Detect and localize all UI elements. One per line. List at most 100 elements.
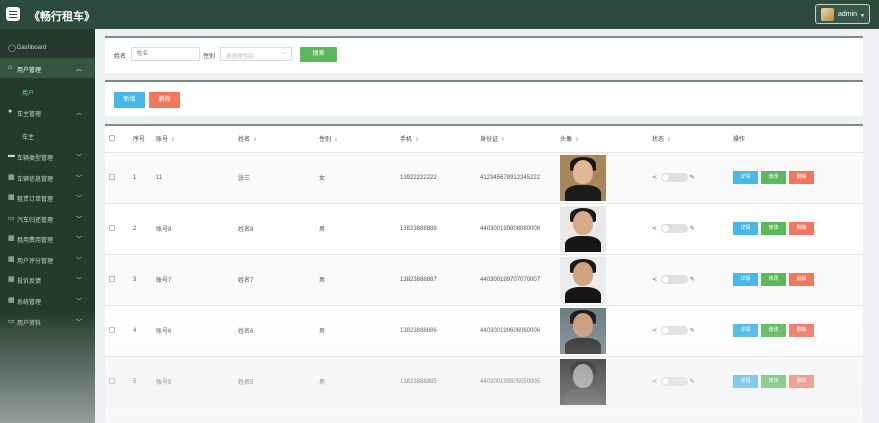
- sidebar-item-label: 系统管理: [17, 300, 42, 306]
- cell-no: 2: [133, 202, 156, 254]
- edit-button[interactable]: 修改: [761, 171, 786, 184]
- edit-icon[interactable]: ✎: [690, 277, 695, 283]
- edit-button[interactable]: 修改: [761, 222, 786, 235]
- sidebar-item-label: Dashboard: [17, 45, 47, 51]
- sort-icon[interactable]: ⇕: [501, 137, 505, 143]
- header-phone[interactable]: 手机 ⇕: [400, 126, 480, 152]
- status-toggle[interactable]: [661, 224, 689, 233]
- share-icon[interactable]: ≺: [652, 379, 657, 385]
- sort-icon[interactable]: ⇕: [667, 137, 671, 143]
- chevron-up-icon: ︿: [75, 67, 82, 73]
- cell-id-card: 440300199606060006: [480, 304, 560, 356]
- status-toggle[interactable]: [661, 173, 689, 182]
- row-checkbox[interactable]: [109, 326, 115, 333]
- top-bar: 《畅行租车》 admin ▼: [0, 0, 879, 29]
- chevron-down-icon: ﹀: [75, 299, 82, 305]
- gender-select[interactable]: 请选择性别 ﹀: [220, 47, 292, 61]
- edit-button[interactable]: 修改: [761, 324, 786, 337]
- cell-account: 账号6: [156, 304, 238, 356]
- sidebar-item-car-return[interactable]: ▭ 汽车归还管理 ﹀: [0, 208, 95, 228]
- sidebar-item-profile[interactable]: ▭ 用户资料 ﹀: [0, 311, 95, 331]
- grid-icon: ▦: [8, 256, 15, 263]
- header-gender[interactable]: 性别 ⇕: [319, 126, 400, 152]
- doc-icon: ▭: [8, 318, 15, 325]
- header-name-label: 姓名: [238, 137, 251, 144]
- detail-button[interactable]: 详情: [733, 375, 758, 389]
- search-button[interactable]: 搜索: [300, 47, 337, 62]
- row-checkbox[interactable]: [109, 224, 115, 231]
- status-toggle[interactable]: [661, 326, 689, 335]
- row-checkbox[interactable]: [109, 275, 115, 282]
- sidebar-item-rental-fees[interactable]: ▦ 租用费用管理 ﹀: [0, 228, 95, 248]
- sidebar-subitem-owner[interactable]: 车主: [0, 126, 95, 144]
- status-toggle[interactable]: [661, 275, 689, 284]
- table-row: 2 账号8 姓名8 男 13823888888 4403001998080800…: [105, 202, 863, 254]
- sort-icon[interactable]: ⇕: [253, 137, 257, 143]
- sort-icon[interactable]: ⇕: [415, 137, 419, 143]
- name-search-input[interactable]: [131, 47, 200, 61]
- row-checkbox[interactable]: [109, 173, 115, 180]
- grid-icon: ▦: [8, 174, 15, 181]
- share-icon[interactable]: ≺: [652, 226, 657, 232]
- sidebar-item-owner-management[interactable]: ● 车主管理 ︿: [0, 102, 95, 122]
- header-account-label: 账号: [156, 137, 169, 144]
- gender-label: 性别: [203, 54, 216, 60]
- sidebar-item-user-management[interactable]: ⌂ 用户管理 ︿: [0, 58, 95, 78]
- header-phone-label: 手机: [400, 137, 413, 144]
- detail-button[interactable]: 详情: [733, 222, 758, 235]
- sidebar-subitem-user[interactable]: 用户: [0, 82, 95, 100]
- menu-toggle-icon[interactable]: [6, 7, 20, 21]
- user-menu[interactable]: admin ▼: [815, 4, 870, 24]
- edit-button[interactable]: 修改: [761, 375, 786, 389]
- delete-row-button[interactable]: 删除: [789, 273, 814, 286]
- sidebar-item-vehicle-type[interactable]: ▬ 车辆类型管理 ﹀: [0, 146, 95, 166]
- cell-gender: 男: [319, 202, 400, 254]
- select-all-checkbox[interactable]: [109, 134, 115, 141]
- edit-icon[interactable]: ✎: [690, 379, 695, 385]
- delete-row-button[interactable]: 删除: [789, 324, 814, 337]
- cell-phone: 13823888887: [400, 253, 480, 305]
- sidebar-item-rental-orders[interactable]: ▦ 租赁订单管理 ﹀: [0, 187, 95, 207]
- cell-account: 账号7: [156, 253, 238, 305]
- header-status-label: 状态: [652, 137, 665, 144]
- dashboard-icon: ◯: [8, 45, 16, 52]
- chevron-down-icon: ﹀: [75, 320, 82, 326]
- edit-icon[interactable]: ✎: [690, 175, 695, 181]
- sidebar-item-complaints[interactable]: ▦ 投诉反馈 ﹀: [0, 269, 95, 289]
- sort-icon[interactable]: ⇕: [575, 137, 579, 143]
- sort-icon[interactable]: ⇕: [171, 137, 175, 143]
- row-checkbox[interactable]: [109, 377, 115, 384]
- header-status[interactable]: 状态 ⇕: [652, 126, 733, 152]
- header-name[interactable]: 姓名 ⇕: [238, 126, 319, 152]
- sidebar-item-system[interactable]: ▦ 系统管理 ﹀: [0, 290, 95, 310]
- delete-row-button[interactable]: 删除: [789, 171, 814, 184]
- edit-button[interactable]: 修改: [761, 273, 786, 286]
- share-icon[interactable]: ≺: [652, 328, 657, 334]
- sidebar-item-label: 投诉反馈: [17, 279, 42, 285]
- edit-icon[interactable]: ✎: [690, 328, 695, 334]
- detail-button[interactable]: 详情: [733, 171, 758, 184]
- header-id-card[interactable]: 身份证 ⇕: [480, 126, 560, 152]
- cell-name: 姓名7: [238, 253, 319, 305]
- share-icon[interactable]: ≺: [652, 277, 657, 283]
- sidebar-item-vehicle-info[interactable]: ▦ 车辆信息管理 ﹀: [0, 167, 95, 187]
- sidebar-item-dashboard[interactable]: ◯ Dashboard: [0, 38, 95, 58]
- sort-icon[interactable]: ⇕: [334, 137, 338, 143]
- delete-button[interactable]: 删除: [149, 92, 180, 108]
- sidebar-item-user-ratings[interactable]: ▦ 用户评分管理 ﹀: [0, 249, 95, 269]
- add-button[interactable]: 新增: [114, 92, 145, 108]
- share-icon[interactable]: ≺: [652, 175, 657, 181]
- header-avatar[interactable]: 头像 ⇕: [560, 126, 652, 152]
- sidebar-item-label: 租用费用管理: [17, 238, 54, 244]
- header-account[interactable]: 账号 ⇕: [156, 126, 238, 152]
- detail-button[interactable]: 详情: [733, 273, 758, 286]
- edit-icon[interactable]: ✎: [690, 226, 695, 232]
- status-toggle[interactable]: [661, 377, 689, 387]
- delete-row-button[interactable]: 删除: [789, 375, 814, 389]
- user-avatar-photo: [560, 307, 606, 354]
- cell-gender: 男: [319, 355, 400, 407]
- delete-row-button[interactable]: 删除: [789, 222, 814, 235]
- cell-name: 姓名6: [238, 304, 319, 356]
- table-panel: 序号 账号 ⇕ 姓名 ⇕ 性别 ⇕ 手机 ⇕ 身份证 ⇕ 头像 ⇕ 状态 ⇕ 操作 1 11 …: [105, 124, 863, 423]
- detail-button[interactable]: 详情: [733, 324, 758, 337]
